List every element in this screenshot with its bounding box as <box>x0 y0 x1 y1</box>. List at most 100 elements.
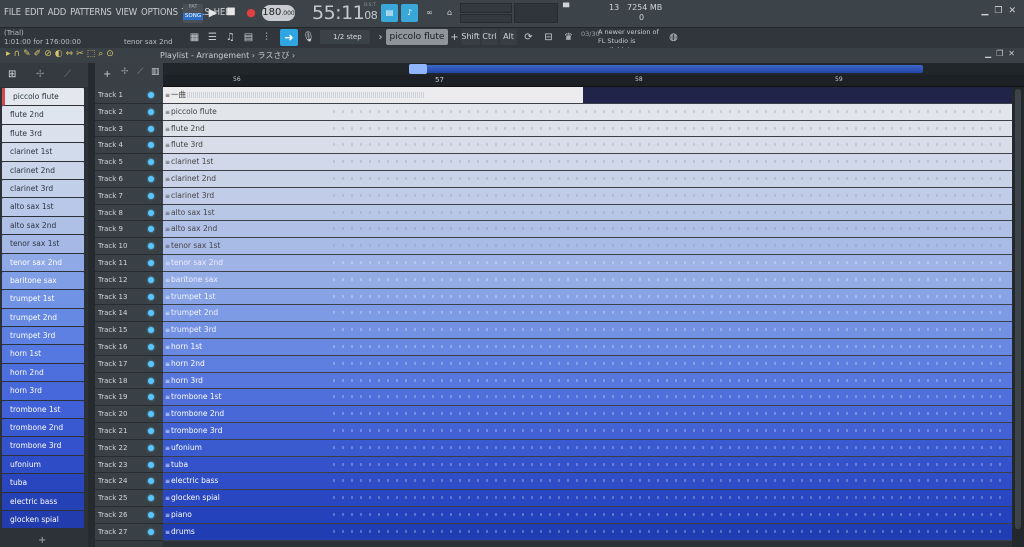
playlist-clip[interactable]: piano <box>163 507 1012 524</box>
pattern-item[interactable]: flute 3rd <box>2 124 84 144</box>
track-mute-led-icon[interactable] <box>148 344 154 350</box>
track-header[interactable]: Track 22 <box>95 439 163 457</box>
ctrl-key-button[interactable]: Ctrl <box>481 29 498 45</box>
playlist-clip[interactable]: 一曲 <box>163 87 1012 104</box>
shift-key-button[interactable]: Shift <box>461 29 480 45</box>
pattern-item[interactable]: clarinet 1st <box>2 143 84 162</box>
overview-scroll-range[interactable] <box>409 65 923 73</box>
select-icon[interactable]: ⬚ <box>87 49 99 59</box>
track-header[interactable]: Track 6 <box>95 171 163 188</box>
track-header[interactable]: Track 25 <box>95 490 163 507</box>
track-mute-led-icon[interactable] <box>148 209 154 216</box>
instrument-select[interactable]: piccolo flute <box>386 29 448 45</box>
stop-button[interactable]: ■ <box>224 6 238 20</box>
pattern-item[interactable]: clarinet 2nd <box>2 161 84 180</box>
add-track-icon[interactable]: + <box>103 69 111 80</box>
blend-notes-icon[interactable]: ▤ <box>381 4 398 22</box>
playlist-clip[interactable]: glocken spial <box>163 490 1012 507</box>
master-pitch-meter[interactable] <box>460 14 512 23</box>
track-header[interactable]: Track 1 <box>95 87 163 104</box>
metronome-icon[interactable]: ⌂ <box>441 4 458 22</box>
track-header[interactable]: Track 24 <box>95 473 163 491</box>
play-button[interactable]: ▶ <box>206 6 220 20</box>
news-icon[interactable]: ♛ <box>560 29 577 46</box>
track-header[interactable]: Track 9 <box>95 221 163 239</box>
mute-icon[interactable]: ◐ <box>55 49 66 59</box>
minimize-icon[interactable]: ▁ <box>981 6 994 16</box>
arrangement-overview[interactable] <box>163 63 1024 75</box>
piano-roll-icon[interactable]: ♫ <box>222 29 239 46</box>
track-header[interactable]: Track 5 <box>95 154 163 171</box>
track-header[interactable]: Track 16 <box>95 339 163 356</box>
track-mute-led-icon[interactable] <box>148 243 154 250</box>
playlist-clip[interactable]: baritone sax <box>163 271 1012 289</box>
playlist-clip[interactable]: trombone 2nd <box>163 406 1012 423</box>
playlist-clip[interactable]: tenor sax 2nd <box>163 255 1012 272</box>
track-mute-led-icon[interactable] <box>148 512 154 518</box>
track-mute-led-icon[interactable] <box>148 310 154 317</box>
pattern-item[interactable]: trombone 2nd <box>2 419 84 438</box>
pattern-item[interactable]: electric bass <box>2 492 84 511</box>
track-mute-led-icon[interactable] <box>148 226 154 233</box>
track-header[interactable]: Track 27 <box>95 523 163 541</box>
playback-icon[interactable]: ⊙ <box>106 49 117 59</box>
track-mute-led-icon[interactable] <box>148 108 154 115</box>
automation-icon[interactable]: ⟋ <box>64 69 71 80</box>
track-mute-led-icon[interactable] <box>148 495 154 502</box>
delete-icon[interactable]: ⊘ <box>44 49 55 59</box>
track-mute-led-icon[interactable] <box>148 411 154 418</box>
playlist-clip[interactable]: piccolo flute <box>163 103 1012 121</box>
menu-add[interactable]: ADD <box>48 7 67 18</box>
track-header[interactable]: Track 12 <box>95 271 163 289</box>
pattern-item[interactable]: trombone 3rd <box>2 437 84 456</box>
pattern-item[interactable]: flute 2nd <box>2 106 84 125</box>
pattern-picker-icon[interactable]: ⊞ <box>8 69 16 80</box>
playlist-clip[interactable]: trumpet 3rd <box>163 322 1012 339</box>
overview-scroll-thumb[interactable] <box>409 64 427 74</box>
restore-icon[interactable]: ❐ <box>994 6 1008 16</box>
playlist-clip[interactable]: trombone 3rd <box>163 423 1012 440</box>
playlist-clip[interactable]: ufonium <box>163 439 1012 457</box>
track-header[interactable]: Track 15 <box>95 322 163 339</box>
playlist-clip[interactable]: electric bass <box>163 473 1012 491</box>
menu-view[interactable]: VIEW <box>116 7 138 18</box>
playlist-clip[interactable]: trumpet 2nd <box>163 305 1012 323</box>
track-header[interactable]: Track 4 <box>95 137 163 155</box>
track-mute-led-icon[interactable] <box>148 125 154 132</box>
playlist-vertical-scrollbar[interactable] <box>1012 87 1024 547</box>
playlist-clip[interactable]: trumpet 1st <box>163 288 1012 306</box>
track-mute-led-icon[interactable] <box>148 377 154 384</box>
pattern-item[interactable]: piccolo flute <box>2 88 84 107</box>
track-mute-led-icon[interactable] <box>148 461 154 468</box>
track-mute-led-icon[interactable] <box>148 444 154 451</box>
track-header[interactable]: Track 26 <box>95 507 163 524</box>
pattern-item[interactable]: tuba <box>2 474 84 493</box>
track-mute-led-icon[interactable] <box>148 394 154 401</box>
playlist-clip[interactable]: horn 2nd <box>163 355 1012 373</box>
track-mute-led-icon[interactable] <box>148 142 154 149</box>
channel-rack-icon[interactable]: ▦ <box>186 29 203 46</box>
pattern-item[interactable]: horn 2nd <box>2 363 84 383</box>
playlist-clip[interactable]: tuba <box>163 456 1012 474</box>
track-mute-led-icon[interactable] <box>148 276 154 283</box>
audio-clip-icon[interactable]: ✢ <box>36 69 44 80</box>
pattern-item[interactable]: tenor sax 2nd <box>2 253 84 272</box>
menu-patterns[interactable]: PATTERNS <box>70 7 112 18</box>
track-header[interactable]: Track 13 <box>95 288 163 306</box>
pattern-item[interactable]: glocken spial <box>2 510 84 530</box>
playlist-clip[interactable]: horn 1st <box>163 339 1012 356</box>
pattern-item[interactable]: clarinet 3rd <box>2 179 84 199</box>
track-header[interactable]: Track 10 <box>95 238 163 255</box>
playlist-icon[interactable]: ☰ <box>204 29 221 46</box>
pattern-item[interactable]: trumpet 2nd <box>2 308 84 328</box>
magnet-icon[interactable]: ∩ <box>14 49 24 59</box>
move-icon[interactable]: ✢ <box>121 67 129 77</box>
track-header[interactable]: Track 2 <box>95 103 163 121</box>
pattern-item[interactable]: tenor sax 1st <box>2 235 84 254</box>
tempo-display[interactable]: 180.000 <box>262 5 295 21</box>
record-button[interactable]: ● <box>244 6 258 20</box>
playlist-restore-icon[interactable]: ❐ <box>996 49 1008 58</box>
track-header[interactable]: Track 7 <box>95 187 163 205</box>
track-header[interactable]: Track 3 <box>95 120 163 138</box>
menu-file[interactable]: FILE <box>4 7 21 18</box>
